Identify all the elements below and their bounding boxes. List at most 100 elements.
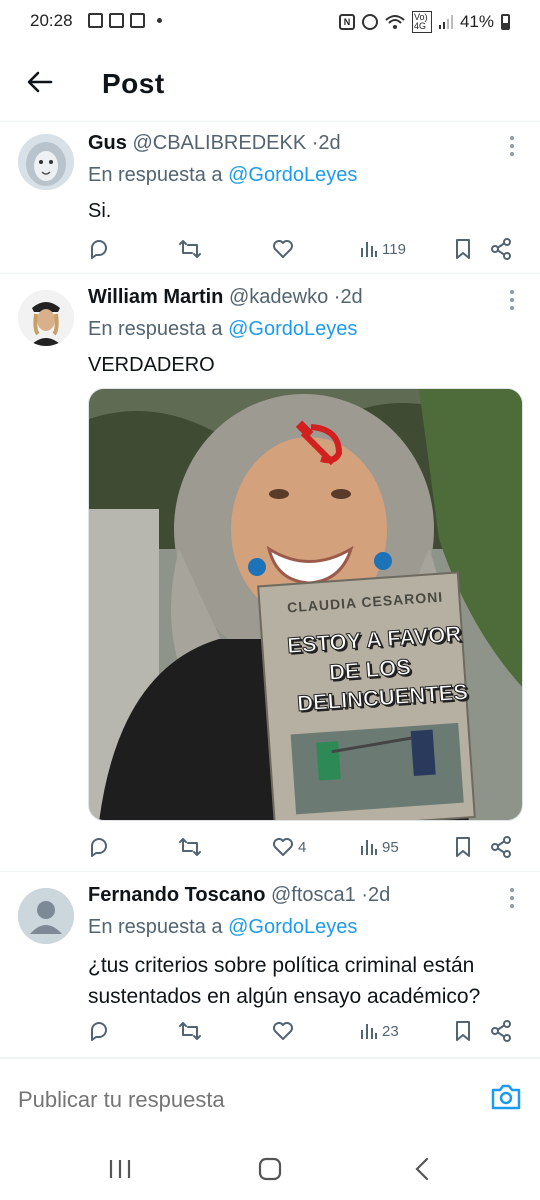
reply-composer: [0, 1058, 540, 1138]
author-name[interactable]: William Martin: [88, 286, 223, 308]
battery-icon: [501, 14, 510, 30]
views-button[interactable]: 119: [360, 234, 406, 264]
avatar[interactable]: [18, 134, 74, 190]
camera-button[interactable]: [490, 1083, 522, 1113]
bookmark-button[interactable]: [454, 1016, 472, 1046]
tweet-time: 2d: [368, 884, 391, 906]
tweet-actions: 23: [88, 1016, 520, 1046]
back-nav-button[interactable]: [402, 1154, 442, 1184]
tweet-header: Fernando Toscano @ftosca1 ·2d: [88, 884, 390, 907]
reply-prefix: En respuesta a: [88, 318, 223, 340]
calendar-icon: [109, 13, 124, 28]
camera-icon: [491, 1084, 521, 1110]
heart-icon: [273, 1022, 293, 1040]
avatar[interactable]: [18, 888, 74, 944]
reply-context: En respuesta a @GordoLeyes: [88, 318, 357, 341]
bookmark-button[interactable]: [454, 832, 472, 862]
recent-apps-button[interactable]: [100, 1154, 140, 1184]
bookmark-icon: [456, 837, 470, 857]
reply-input[interactable]: [18, 1087, 458, 1113]
heart-icon: [273, 240, 293, 258]
network-type-label: Vo) 4G: [411, 11, 432, 33]
view-count: 23: [382, 1022, 399, 1040]
tweet-header: William Martin @kadewko ·2d: [88, 286, 363, 309]
tweet-actions: 4 95: [88, 832, 520, 862]
repost-button[interactable]: [178, 832, 202, 862]
signal-icon: [438, 15, 453, 29]
more-options-icon[interactable]: [508, 136, 516, 156]
heart-icon: [273, 838, 293, 856]
share-icon: [491, 1020, 511, 1042]
tweet-media-image[interactable]: CLAUDIA CESARONI ESTOY A FAVOR DE LOS DE…: [88, 388, 523, 821]
tweet-time: 2d: [340, 286, 363, 308]
share-button[interactable]: [490, 1016, 512, 1046]
system-icons: N Vo) 4G 41%: [338, 11, 510, 33]
reply-context: En respuesta a @GordoLeyes: [88, 916, 357, 939]
repost-button[interactable]: [178, 1016, 202, 1046]
reply-prefix: En respuesta a: [88, 916, 223, 938]
tweet[interactable]: Gus @CBALIBREDEKK ·2d En respuesta a @Go…: [0, 122, 540, 274]
reply-button[interactable]: [88, 1016, 110, 1046]
author-handle[interactable]: @kadewko: [229, 286, 328, 308]
recent-apps-icon: [109, 1160, 131, 1178]
share-button[interactable]: [490, 234, 512, 264]
repost-icon: [179, 838, 201, 856]
tweet[interactable]: Fernando Toscano @ftosca1 ·2d En respues…: [0, 872, 540, 1058]
repost-icon: [179, 1022, 201, 1040]
view-count: 119: [382, 240, 406, 258]
author-name[interactable]: Fernando Toscano: [88, 884, 265, 906]
page-header: Post: [0, 44, 540, 122]
chevron-left-icon: [415, 1157, 429, 1181]
reply-icon: [91, 1022, 107, 1041]
reply-context: En respuesta a @GordoLeyes: [88, 164, 357, 187]
like-button[interactable]: 4: [272, 832, 306, 862]
reply-mention-link[interactable]: @GordoLeyes: [228, 318, 357, 340]
gallery-icon: [88, 13, 103, 28]
nfc-icon: N: [338, 14, 355, 30]
tweet-header: Gus @CBALIBREDEKK ·2d: [88, 132, 341, 155]
tweet-text: VERDADERO: [88, 354, 215, 376]
author-handle[interactable]: @ftosca1: [271, 884, 356, 906]
views-chart-icon: [361, 242, 377, 257]
like-count: 4: [298, 838, 307, 856]
views-chart-icon: [361, 1024, 377, 1039]
author-handle[interactable]: @CBALIBREDEKK: [132, 132, 306, 154]
like-button[interactable]: [272, 1016, 298, 1046]
reply-mention-link[interactable]: @GordoLeyes: [228, 164, 357, 186]
share-icon: [491, 836, 511, 858]
view-count: 95: [382, 838, 399, 856]
system-navigation-bar: [0, 1140, 540, 1200]
page-title: Post: [102, 68, 165, 99]
more-options-icon[interactable]: [508, 888, 516, 908]
bookmark-icon: [456, 1021, 470, 1041]
reply-mention-link[interactable]: @GordoLeyes: [228, 916, 357, 938]
views-button[interactable]: 23: [360, 1016, 399, 1046]
default-avatar-icon: [18, 888, 74, 944]
reply-prefix: En respuesta a: [88, 164, 223, 186]
like-button[interactable]: [272, 234, 298, 264]
share-button[interactable]: [490, 832, 512, 862]
repost-icon: [179, 240, 201, 258]
reply-icon: [91, 240, 107, 259]
lion-avatar-image: [18, 134, 74, 190]
separator: ·: [361, 884, 369, 906]
bookmark-button[interactable]: [454, 234, 472, 264]
back-button[interactable]: [22, 64, 58, 100]
tweet-time: 2d: [318, 132, 341, 154]
battery-percent: 41%: [459, 12, 494, 31]
bookmark-icon: [456, 239, 470, 259]
reply-icon: [91, 838, 107, 857]
views-button[interactable]: 95: [360, 832, 399, 862]
home-icon: [258, 1157, 282, 1181]
avatar[interactable]: [18, 290, 74, 346]
repost-button[interactable]: [178, 234, 202, 264]
user-photo-avatar: [18, 290, 74, 346]
author-name[interactable]: Gus: [88, 132, 127, 154]
home-button[interactable]: [250, 1154, 290, 1184]
notification-icons: [88, 13, 162, 28]
reply-button[interactable]: [88, 234, 110, 264]
reply-button[interactable]: [88, 832, 110, 862]
views-chart-icon: [361, 840, 377, 855]
more-options-icon[interactable]: [508, 290, 516, 310]
mail-icon: [130, 13, 145, 28]
